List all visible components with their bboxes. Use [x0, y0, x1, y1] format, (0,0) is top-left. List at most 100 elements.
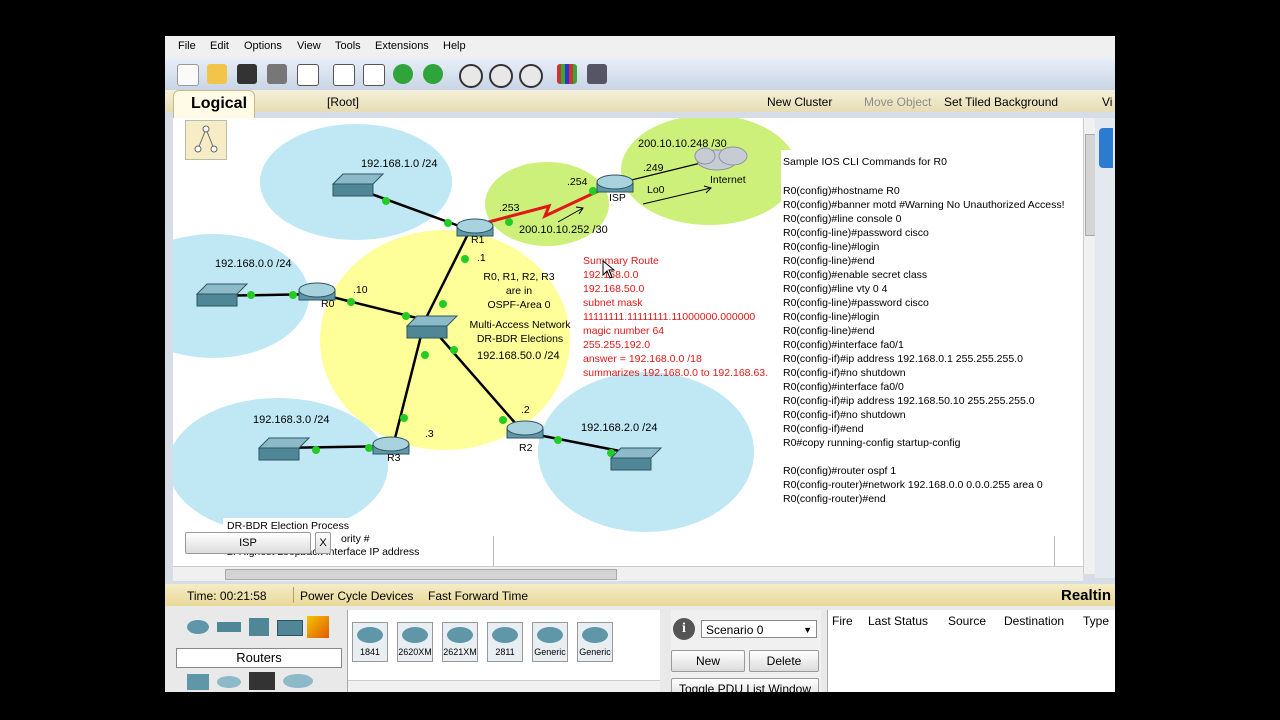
- workspace-bar: Logical [Root] New Cluster Move Object S…: [165, 90, 1115, 127]
- end-devices-icon[interactable]: [187, 674, 209, 690]
- router-r1-icon[interactable]: [456, 218, 494, 234]
- cli-line: R0(config-line)#password cisco: [783, 227, 929, 239]
- save-icon[interactable]: [237, 64, 257, 84]
- model-2811[interactable]: 2811: [487, 622, 523, 662]
- scenario-select[interactable]: Scenario 0 ▼: [701, 620, 817, 638]
- redo-icon[interactable]: [423, 64, 443, 84]
- model-label: 2811: [495, 647, 515, 657]
- menu-file[interactable]: File: [178, 40, 196, 52]
- wan-emulation-icon[interactable]: [217, 676, 241, 688]
- chevron-down-icon: ▼: [803, 625, 812, 635]
- connections-category-icon[interactable]: [307, 616, 329, 638]
- menu-edit[interactable]: Edit: [210, 40, 229, 52]
- column-header-last-status[interactable]: Last Status: [868, 614, 928, 628]
- new-scenario-button[interactable]: New: [671, 650, 745, 672]
- router-name: R0: [321, 298, 335, 310]
- info-icon[interactable]: i: [673, 618, 695, 640]
- link-led: [421, 351, 429, 359]
- switch-0-icon[interactable]: [196, 293, 238, 307]
- zoom-in-icon[interactable]: [459, 64, 483, 88]
- iface-label: .253: [499, 202, 520, 214]
- zoom-out-icon[interactable]: [519, 64, 543, 88]
- multi-access-line: DR-BDR Elections: [476, 333, 564, 345]
- subnet-label: 192.168.0.0 /24: [215, 258, 292, 270]
- activity-wizard-icon[interactable]: [297, 64, 319, 86]
- new-file-icon[interactable]: [177, 64, 199, 86]
- popup-close-button[interactable]: X: [315, 532, 331, 554]
- link-led: [400, 414, 408, 422]
- router-name: R3: [387, 452, 401, 464]
- zoom-reset-icon[interactable]: [489, 64, 513, 88]
- link-led: [439, 300, 447, 308]
- fast-forward-button[interactable]: Fast Forward Time: [428, 589, 528, 603]
- hubs-category-icon[interactable]: [249, 618, 269, 636]
- model-2620xm[interactable]: 2620XM: [397, 622, 433, 662]
- column-header-type[interactable]: Type: [1083, 614, 1109, 628]
- switch-3-icon[interactable]: [258, 447, 300, 461]
- menu-options[interactable]: Options: [244, 40, 282, 52]
- isp-popup[interactable]: ISP: [185, 532, 311, 554]
- switch-1-icon[interactable]: [332, 183, 374, 197]
- end-device-categories: [183, 672, 333, 692]
- palette-icon[interactable]: [557, 64, 577, 84]
- set-tiled-background-button[interactable]: Set Tiled Background: [944, 95, 1058, 109]
- models-scrollbar[interactable]: [348, 680, 660, 692]
- open-folder-icon[interactable]: [207, 64, 227, 84]
- multiuser-icon[interactable]: [283, 674, 313, 688]
- select-tool-icon[interactable]: [1099, 128, 1113, 168]
- menu-help[interactable]: Help: [443, 40, 466, 52]
- router-model-icon: [537, 627, 563, 643]
- menu-bar: File Edit Options View Tools Extensions …: [165, 36, 1115, 58]
- delete-scenario-button[interactable]: Delete: [749, 650, 819, 672]
- paste-icon[interactable]: [363, 64, 385, 86]
- cli-line: R0(config-line)#end: [783, 325, 875, 337]
- breadcrumb[interactable]: [Root]: [327, 95, 359, 109]
- print-icon[interactable]: [267, 64, 287, 84]
- column-header-fire[interactable]: Fire: [832, 614, 853, 628]
- model-1841[interactable]: 1841: [352, 622, 388, 662]
- device-categories: [183, 616, 333, 642]
- cli-line: R0(config)#interface fa0/0: [783, 381, 904, 393]
- horizontal-scrollbar[interactable]: [173, 566, 1083, 581]
- iface-label: .3: [425, 428, 434, 440]
- viewport-button[interactable]: Vi: [1102, 95, 1112, 109]
- bottom-panel: Routers 1841 2620XM 2621XM 2811 Generic …: [165, 606, 1115, 692]
- realtime-mode-label[interactable]: Realtin: [1061, 587, 1111, 604]
- model-generic-1[interactable]: Generic: [532, 622, 568, 662]
- model-2621xm[interactable]: 2621XM: [442, 622, 478, 662]
- custom-devices-icon[interactable]: [249, 672, 275, 690]
- horizontal-scroll-thumb[interactable]: [225, 569, 617, 580]
- custom-device-icon[interactable]: [587, 64, 607, 84]
- routers-category-icon[interactable]: [187, 620, 209, 634]
- column-header-destination[interactable]: Destination: [1004, 614, 1064, 628]
- router-r2-icon[interactable]: [506, 420, 544, 436]
- menu-tools[interactable]: Tools: [335, 40, 361, 52]
- router-isp-icon[interactable]: [596, 174, 634, 190]
- toggle-pdu-list-button[interactable]: Toggle PDU List Window: [671, 678, 819, 692]
- column-header-source[interactable]: Source: [948, 614, 986, 628]
- dr-bdr-line: ority #: [341, 533, 370, 545]
- scenario-select-value: Scenario 0: [706, 623, 764, 637]
- cli-line: R0(config)#enable secret class: [783, 269, 928, 281]
- copy-icon[interactable]: [333, 64, 355, 86]
- switches-category-icon[interactable]: [217, 622, 241, 632]
- model-label: 2621XM: [443, 647, 477, 657]
- router-r3-icon[interactable]: [372, 436, 410, 452]
- wireless-category-icon[interactable]: [277, 620, 303, 636]
- model-generic-2[interactable]: Generic: [577, 622, 613, 662]
- switch-50-icon[interactable]: [406, 325, 448, 339]
- link-led: [499, 416, 507, 424]
- model-label: 1841: [359, 647, 381, 657]
- menu-view[interactable]: View: [297, 40, 321, 52]
- power-cycle-button[interactable]: Power Cycle Devices: [300, 589, 413, 603]
- router-r0-icon[interactable]: [298, 282, 336, 298]
- cli-line: R0#copy running-config startup-config: [783, 437, 961, 449]
- new-cluster-button[interactable]: New Cluster: [767, 95, 832, 109]
- undo-icon[interactable]: [393, 64, 413, 84]
- switch-2-icon[interactable]: [610, 457, 652, 471]
- move-object-button[interactable]: Move Object: [864, 95, 931, 109]
- cli-line: R0(config-if)#ip address 192.168.50.10 2…: [783, 395, 1035, 407]
- logical-view-icon[interactable]: [185, 120, 227, 160]
- menu-extensions[interactable]: Extensions: [375, 40, 429, 52]
- logical-workspace[interactable]: 192.168.1.0 /24 192.168.0.0 /24 192.168.…: [173, 118, 1083, 574]
